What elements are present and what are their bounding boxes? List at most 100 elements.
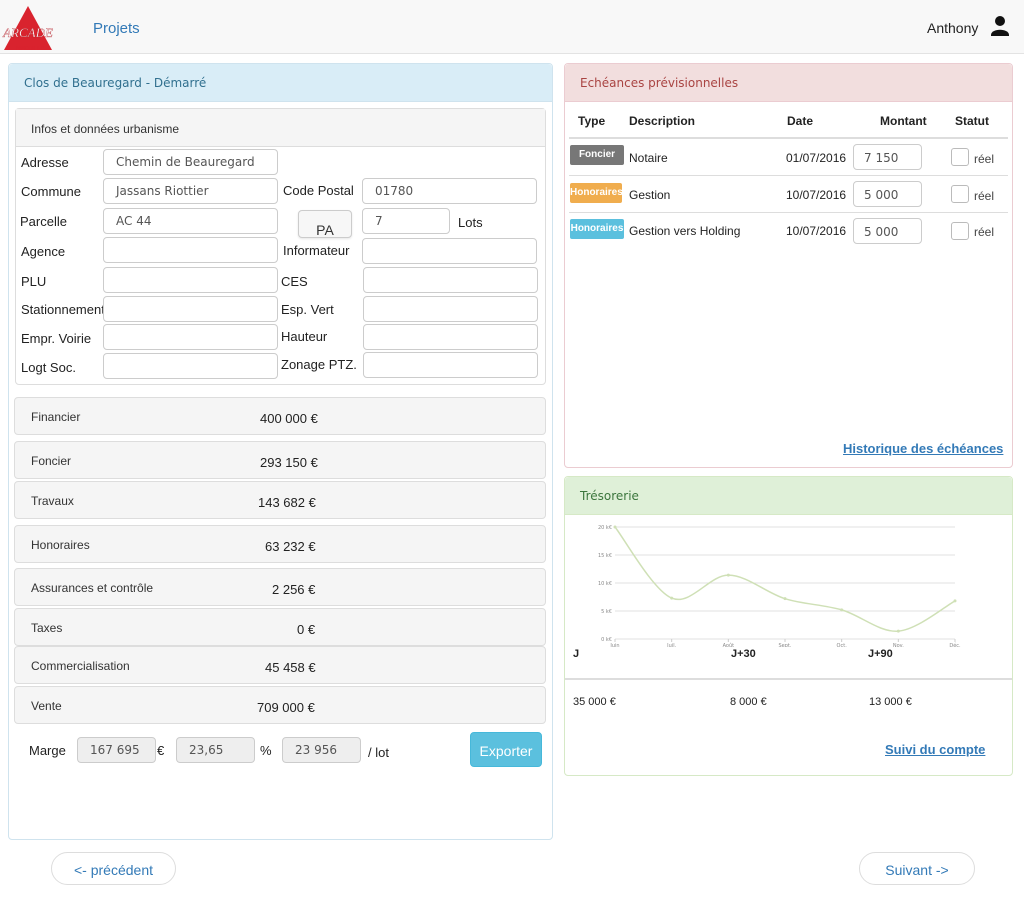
- row-date: 01/07/2016: [786, 151, 847, 165]
- logo-text: ARCADE: [2, 25, 53, 40]
- user-name[interactable]: Anthony: [927, 20, 978, 36]
- commune-label: Commune: [21, 184, 81, 199]
- finance-row-vente[interactable]: Vente 709 000 €: [14, 686, 546, 724]
- column-header-statut: Statut: [955, 114, 989, 128]
- column-header-date: Date: [787, 114, 814, 128]
- previous-button[interactable]: <- précédent: [51, 852, 176, 885]
- urbanisme-panel: Infos et données urbanisme Adresse Chemi…: [15, 108, 546, 385]
- y-tick-label: 15 k€: [598, 553, 612, 559]
- logt-soc-label: Logt Soc.: [21, 360, 76, 375]
- row-date: 10/07/2016: [786, 224, 847, 238]
- finance-row-travaux[interactable]: Travaux 143 682 €: [14, 481, 546, 519]
- tresorerie-title: Trésorerie: [565, 477, 1012, 515]
- montant-input[interactable]: 5 000: [853, 181, 922, 207]
- finance-value: 45 458 €: [265, 660, 316, 675]
- row-description: Notaire: [629, 151, 668, 165]
- y-tick-label: 10 k€: [598, 581, 612, 587]
- logt-soc-field[interactable]: [103, 353, 278, 379]
- hauteur-field[interactable]: [363, 324, 538, 350]
- stationnement-field[interactable]: [103, 296, 278, 322]
- parcelle-field[interactable]: AC 44: [103, 208, 278, 234]
- chart-series-line: [614, 526, 956, 632]
- finance-label: Foncier: [31, 454, 72, 468]
- finance-value: 0 €: [297, 622, 316, 637]
- code-postal-field[interactable]: 01780: [362, 178, 537, 204]
- finance-row-commercialisation[interactable]: Commercialisation 45 458 €: [14, 646, 546, 684]
- plu-label: PLU: [21, 274, 47, 289]
- export-button[interactable]: Exporter: [470, 732, 542, 767]
- marge-currency: €: [157, 743, 165, 758]
- finance-row-taxes[interactable]: Taxes 0 €: [14, 608, 546, 646]
- finance-value: 143 682 €: [258, 495, 316, 510]
- next-button[interactable]: Suivant ->: [859, 852, 975, 885]
- statut-label: réel: [974, 189, 995, 203]
- chart-point: [726, 573, 730, 577]
- statut-checkbox[interactable]: [951, 148, 969, 166]
- nav-link-projets[interactable]: Projets: [93, 20, 140, 37]
- project-panel: Clos de Beauregard - Démarré Infos et do…: [8, 63, 553, 840]
- montant-input[interactable]: 7 150: [853, 144, 922, 170]
- chart-point: [840, 608, 844, 612]
- chart-point: [783, 597, 787, 601]
- chart-point: [896, 629, 900, 633]
- type-badge: Honoraires: [570, 183, 623, 203]
- period-label: J+30: [731, 648, 756, 660]
- montant-input[interactable]: 5 000: [853, 218, 922, 244]
- column-header-description: Description: [629, 114, 696, 128]
- finance-label: Assurances et contrôle: [31, 581, 154, 595]
- lots-field[interactable]: 7: [362, 208, 450, 234]
- zonage-ptz-field[interactable]: [363, 352, 538, 378]
- finance-row-foncier[interactable]: Foncier 293 150 €: [14, 441, 546, 479]
- logo-subtext: IMMOBILIER: [15, 46, 45, 52]
- period-amount: 8 000 €: [730, 696, 767, 708]
- chart-point: [953, 599, 957, 603]
- marge-amount-field: 167 695: [77, 737, 156, 763]
- arcade-logo[interactable]: ARCADE IMMOBILIER: [2, 4, 54, 52]
- period-amount: 35 000 €: [573, 696, 616, 708]
- echeances-panel: Echéances prévisionnelles Type Descripti…: [564, 63, 1013, 468]
- informateur-field[interactable]: [362, 238, 537, 264]
- user-icon[interactable]: [990, 15, 1010, 37]
- tresorerie-divider: [565, 678, 1012, 680]
- column-header-type: Type: [578, 114, 606, 128]
- finance-value: 2 256 €: [272, 582, 316, 597]
- period-label: J: [573, 648, 580, 660]
- suivi-du-compte-link[interactable]: Suivi du compte: [885, 742, 985, 757]
- chart-point: [670, 596, 674, 600]
- ces-label: CES: [281, 274, 308, 289]
- row-divider: [569, 212, 1008, 213]
- esp-vert-field[interactable]: [363, 296, 538, 322]
- statut-label: réel: [974, 152, 995, 166]
- statut-checkbox[interactable]: [951, 185, 969, 203]
- agence-field[interactable]: [103, 237, 278, 263]
- commune-field[interactable]: Jassans Riottier: [103, 178, 278, 204]
- ces-field[interactable]: [363, 267, 538, 293]
- finance-row-financier[interactable]: Financier 400 000 €: [14, 397, 546, 435]
- finance-value: 63 232 €: [265, 539, 316, 554]
- pa-button[interactable]: PA: [298, 210, 352, 238]
- type-badge: Honoraires: [570, 219, 624, 239]
- finance-label: Travaux: [31, 494, 74, 508]
- adresse-field[interactable]: Chemin de Beauregard: [103, 149, 278, 175]
- statut-checkbox[interactable]: [951, 222, 969, 240]
- plu-field[interactable]: [103, 267, 278, 293]
- row-description: Gestion vers Holding: [629, 224, 741, 238]
- finance-value: 709 000 €: [257, 700, 315, 715]
- finance-row-assurances[interactable]: Assurances et contrôle 2 256 €: [14, 568, 546, 606]
- table-header-divider: [569, 137, 1008, 139]
- hauteur-label: Hauteur: [281, 329, 328, 344]
- lots-label: Lots: [458, 215, 483, 230]
- per-lot-label: / lot: [368, 745, 389, 760]
- zonage-ptz-label: Zonage PTZ.: [281, 357, 357, 372]
- top-navbar: ARCADE IMMOBILIER Projets Anthony: [0, 0, 1024, 54]
- informateur-label: Informateur: [283, 243, 350, 258]
- x-tick-label: Juil.: [666, 643, 676, 647]
- x-tick-label: Juin: [609, 643, 619, 647]
- row-description: Gestion: [629, 188, 671, 202]
- empr-voirie-field[interactable]: [103, 324, 278, 350]
- finance-label: Financier: [31, 410, 81, 424]
- historique-echeances-link[interactable]: Historique des échéances: [843, 441, 1003, 456]
- column-header-montant: Montant: [880, 114, 927, 128]
- finance-row-honoraires[interactable]: Honoraires 63 232 €: [14, 525, 546, 563]
- type-badge: Foncier: [570, 145, 624, 165]
